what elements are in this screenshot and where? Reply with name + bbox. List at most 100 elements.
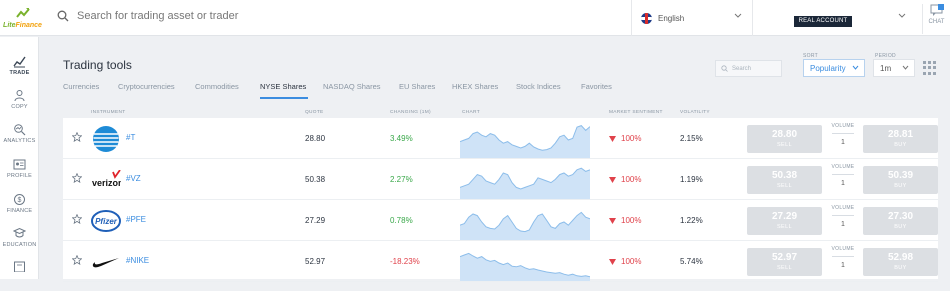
sell-button[interactable]: 28.80 SELL [747,125,822,153]
instruments-table: #T 28.80 3.49% 100% 2.15% 28.80 SELL VOLU… [63,118,938,282]
sort-select[interactable]: Popularity [803,59,865,77]
search-bar[interactable]: Search for trading asset or trader [57,10,238,22]
ticker-link[interactable]: #PFE [126,215,146,224]
buy-price: 28.81 [887,129,914,140]
volume-stepper[interactable]: VOLUME 1 [824,123,862,155]
instrument-search[interactable]: Search [715,60,782,77]
app-logo[interactable]: LiteFinance [0,0,45,36]
volume-stepper[interactable]: VOLUME 1 [824,205,862,237]
sidebar-item-copy[interactable]: COPY [0,89,39,119]
down-arrow-icon [609,217,616,224]
grid-view-button[interactable] [923,61,937,75]
sidebar-label: TRADE [9,70,30,76]
sell-button[interactable]: 50.38 SELL [747,166,822,194]
education-icon [13,227,26,238]
uk-flag-icon [641,12,652,24]
volume-label: VOLUME [831,205,855,211]
chat-label: CHAT [928,19,945,25]
volume-input[interactable]: 1 [824,139,862,146]
table-row: #T 28.80 3.49% 100% 2.15% 28.80 SELL VOLU… [63,118,938,159]
document-icon [14,261,25,272]
volume-input[interactable]: 1 [824,180,862,187]
change-value: 2.27% [390,175,413,184]
sidebar-item-education[interactable]: EDUCATION [0,227,39,257]
sidebar-item-trade[interactable]: TRADE [0,55,39,85]
volume-input[interactable]: 1 [824,262,862,269]
chevron-down-icon [734,13,742,18]
tab-cryptocurrencies[interactable]: Cryptocurrencies [118,82,175,91]
language-selector[interactable]: English [631,0,753,36]
buy-label: BUY [894,224,907,230]
account-area[interactable]: REAL ACCOUNT [794,0,906,27]
change-value: 0.78% [390,216,413,225]
verizon-logo: verizon [91,165,121,195]
sidebar-label: COPY [11,104,28,110]
volume-stepper[interactable]: VOLUME 1 [824,164,862,196]
volume-stepper[interactable]: VOLUME 1 [824,246,862,278]
volume-label: VOLUME [831,123,855,129]
tab-eu-shares[interactable]: EU Shares [399,82,435,91]
buy-button[interactable]: 27.30 BUY [863,207,938,235]
tab-currencies[interactable]: Currencies [63,82,99,91]
volume-label: VOLUME [831,246,855,252]
sentiment-value: 100% [621,257,642,266]
search-icon [57,10,69,22]
buy-button[interactable]: 52.98 BUY [863,248,938,276]
sidebar-label: PROFILE [7,173,32,179]
tab-commodities[interactable]: Commodities [195,82,239,91]
sidebar-item-finance[interactable]: $ FINANCE [0,193,39,223]
sort-value: Popularity [810,63,846,73]
sentiment-value: 100% [621,175,642,184]
sparkline-chart [460,211,590,240]
star-icon[interactable] [72,255,82,265]
svg-text:verizon: verizon [92,178,121,188]
ticker-link[interactable]: #NIKE [126,256,149,265]
instrument-search-input[interactable]: Search [732,66,751,72]
ticker-link[interactable]: #T [126,133,135,142]
star-icon[interactable] [72,214,82,224]
volatility-value: 5.74% [680,257,703,266]
analytics-icon [14,124,26,136]
sentiment-indicator: 100% [609,175,641,184]
buy-button[interactable]: 50.39 BUY [863,166,938,194]
table-row: verizon #VZ 50.38 2.27% 100% 1.19% 50.38… [63,159,938,200]
star-icon[interactable] [72,132,82,142]
chevron-down-icon[interactable] [898,13,906,19]
sell-price: 52.97 [771,252,798,263]
tab-stock-indices[interactable]: Stock Indices [516,82,561,91]
period-select[interactable]: 1m [873,59,915,77]
search-input[interactable]: Search for trading asset or trader [77,10,238,22]
sell-label: SELL [776,224,793,230]
sparkline-chart [460,125,590,158]
tab-nasdaq-shares[interactable]: NASDAQ Shares [323,82,381,91]
header-volatility: VOLATILITY [680,110,710,115]
tab-hkex-shares[interactable]: HKEX Shares [452,82,498,91]
ticker-link[interactable]: #VZ [126,174,141,183]
period-value: 1m [880,63,892,73]
tab-nyse-shares[interactable]: NYSE Shares [260,82,306,91]
chevron-down-icon [902,65,909,70]
volatility-value: 1.19% [680,175,703,184]
buy-button[interactable]: 28.81 BUY [863,125,938,153]
sell-label: SELL [776,183,793,189]
sparkline-area [460,212,590,240]
sidebar-item-more[interactable] [0,261,39,291]
header-changing: CHANGING (1M) [390,110,431,115]
sidebar-label: FINANCE [6,208,33,214]
logo-text: LiteFinance [3,22,42,29]
quote-value: 27.29 [305,216,326,225]
sentiment-value: 100% [621,134,642,143]
star-icon[interactable] [72,173,82,183]
chart-icon [13,56,26,68]
sentiment-indicator: 100% [609,134,641,143]
svg-text:$: $ [18,197,22,204]
sparkline-chart [460,167,590,199]
volume-input[interactable]: 1 [824,221,862,228]
sell-button[interactable]: 52.97 SELL [747,248,822,276]
sell-button[interactable]: 27.29 SELL [747,207,822,235]
volume-label: VOLUME [831,164,855,170]
sidebar-item-analytics[interactable]: ANALYTICS [0,123,39,153]
tab-favorites[interactable]: Favorites [581,82,612,91]
chat-button[interactable]: CHAT [922,4,950,34]
sidebar-item-profile[interactable]: PROFILE [0,159,39,189]
